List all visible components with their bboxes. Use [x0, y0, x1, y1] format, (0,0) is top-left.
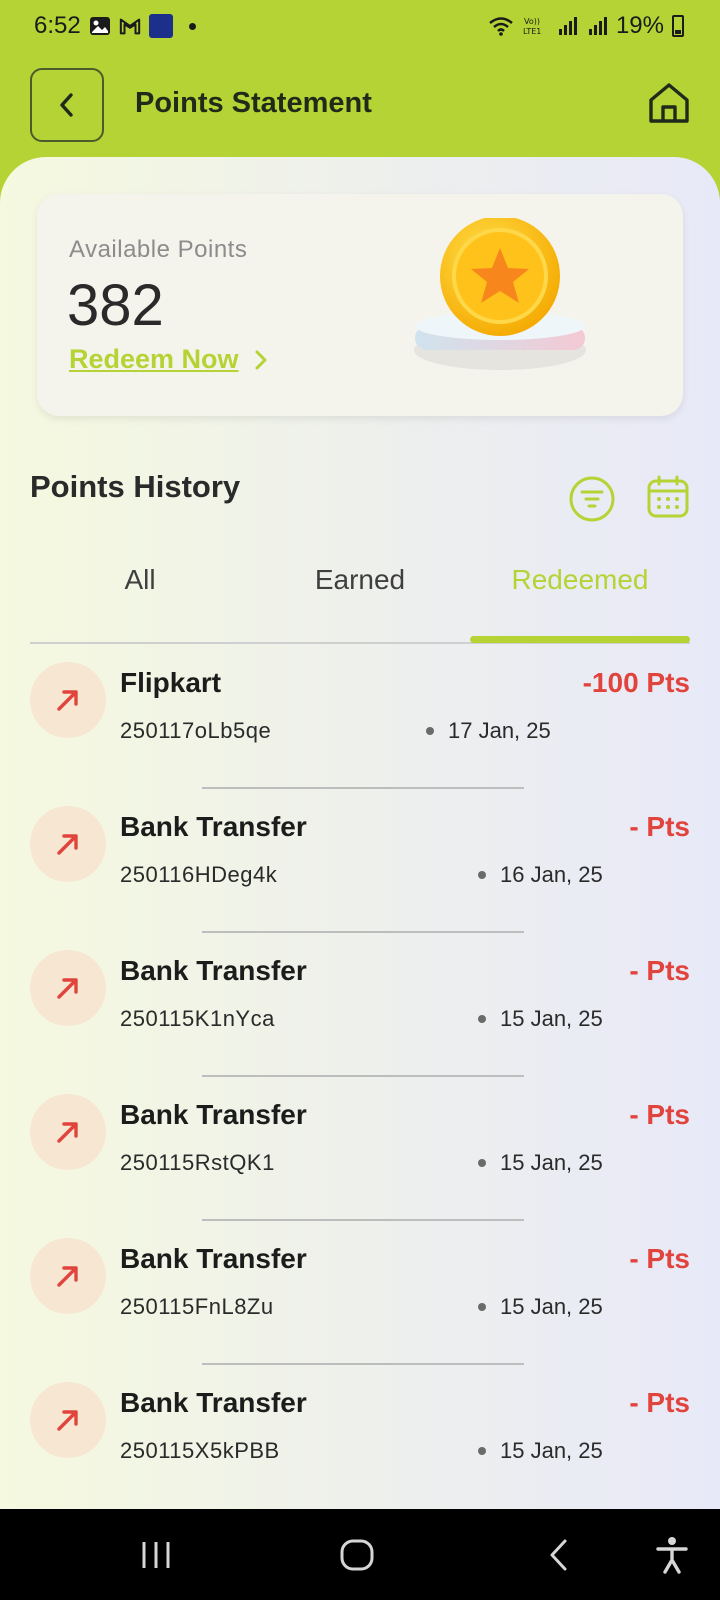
item-date: 17 Jan, 25	[426, 718, 551, 744]
item-title: Bank Transfer	[120, 955, 307, 986]
item-date-text: 15 Jan, 25	[500, 1438, 603, 1463]
redeemed-arrow-icon	[30, 662, 106, 738]
item-date-text: 15 Jan, 25	[500, 1294, 603, 1319]
item-date-text: 16 Jan, 25	[500, 862, 603, 887]
item-date: 15 Jan, 25	[478, 1294, 603, 1320]
list-item[interactable]: Bank Transfer 250115RstQK1 15 Jan, 25 - …	[0, 1094, 720, 1238]
history-tabs: All Earned Redeemed	[30, 552, 690, 602]
item-amount: - Pts	[629, 1099, 690, 1130]
signal-icon	[588, 17, 607, 35]
bullet-icon	[478, 1015, 486, 1023]
bullet-icon	[478, 871, 486, 879]
item-amount: - Pts	[629, 955, 690, 986]
chevron-right-icon	[255, 350, 267, 369]
item-id: 250115FnL8Zu	[120, 1294, 274, 1319]
page-title: Points Statement	[135, 87, 372, 119]
item-title: Bank Transfer	[120, 811, 307, 842]
divider	[202, 1363, 524, 1365]
item-title: Flipkart	[120, 667, 222, 698]
image-icon	[89, 17, 110, 35]
item-id: 250115X5kPBB	[120, 1438, 280, 1463]
signal-icon	[558, 17, 577, 35]
item-id: 250115K1nYca	[120, 1006, 275, 1031]
battery-icon	[672, 15, 684, 37]
bullet-icon	[478, 1159, 486, 1167]
tab-all[interactable]: All	[30, 552, 250, 602]
redeemed-arrow-icon	[30, 950, 106, 1026]
item-date: 15 Jan, 25	[478, 1150, 603, 1176]
bullet-icon	[478, 1447, 486, 1455]
status-time: 6:52	[34, 12, 81, 39]
app-icon	[148, 14, 173, 38]
divider	[202, 931, 524, 933]
status-right: Vo)) LTE1 19%	[488, 12, 684, 40]
header: Points Statement	[0, 60, 720, 150]
chevron-left-icon	[60, 93, 73, 117]
item-date-text: 15 Jan, 25	[500, 1006, 603, 1031]
gmail-icon	[119, 18, 140, 35]
svg-text:LTE1: LTE1	[523, 27, 541, 36]
list-item[interactable]: Flipkart 250117oLb5qe 17 Jan, 25 -100 Pt…	[0, 662, 720, 806]
back-nav-icon[interactable]	[538, 1533, 582, 1577]
svg-text:Vo)): Vo))	[524, 17, 540, 26]
item-date: 15 Jan, 25	[478, 1006, 603, 1032]
battery-percent: 19%	[615, 12, 664, 39]
list-item[interactable]: Bank Transfer 250115X5kPBB 15 Jan, 25 - …	[0, 1382, 720, 1509]
item-title: Bank Transfer	[120, 1243, 307, 1274]
item-id: 250115RstQK1	[120, 1150, 275, 1175]
notification-dot-icon	[188, 22, 196, 30]
available-points-value: 382	[67, 273, 164, 338]
list-item[interactable]: Bank Transfer 250115FnL8Zu 15 Jan, 25 - …	[0, 1238, 720, 1382]
item-amount: -100 Pts	[582, 667, 690, 698]
divider	[202, 1075, 524, 1077]
accessibility-icon[interactable]	[650, 1533, 694, 1577]
wifi-icon	[489, 17, 513, 36]
item-id: 250117oLb5qe	[120, 718, 272, 743]
list-item[interactable]: Bank Transfer 250116HDeg4k 16 Jan, 25 - …	[0, 806, 720, 950]
tab-earned[interactable]: Earned	[250, 552, 470, 602]
item-date: 15 Jan, 25	[478, 1438, 603, 1464]
item-amount: - Pts	[629, 1387, 690, 1418]
item-title: Bank Transfer	[120, 1099, 307, 1130]
home-icon[interactable]	[646, 80, 692, 126]
divider	[202, 1219, 524, 1221]
item-amount: - Pts	[629, 811, 690, 842]
back-button[interactable]	[30, 68, 104, 142]
redeem-now-label: Redeem Now	[69, 344, 239, 374]
list-item[interactable]: Bank Transfer 250115K1nYca 15 Jan, 25 - …	[0, 950, 720, 1094]
active-tab-indicator	[470, 636, 690, 643]
redeemed-arrow-icon	[30, 1382, 106, 1458]
divider	[202, 787, 524, 789]
status-bar: 6:52 Vo)) LTE1 19%	[0, 0, 720, 52]
points-history-title: Points History	[30, 469, 241, 504]
item-date-text: 15 Jan, 25	[500, 1150, 603, 1175]
tab-redeemed[interactable]: Redeemed	[470, 552, 690, 602]
bullet-icon	[426, 727, 434, 735]
status-left: 6:52	[34, 12, 196, 40]
item-date-text: 17 Jan, 25	[448, 718, 551, 743]
redeem-now-link[interactable]: Redeem Now	[69, 344, 269, 375]
filter-icon[interactable]	[568, 475, 616, 523]
system-nav-bar	[0, 1509, 720, 1600]
item-title: Bank Transfer	[120, 1387, 307, 1418]
calendar-icon[interactable]	[646, 475, 690, 519]
bullet-icon	[478, 1303, 486, 1311]
item-date: 16 Jan, 25	[478, 862, 603, 888]
main-panel: Available Points 382 Redeem Now Points H…	[0, 157, 720, 1509]
recent-apps-icon[interactable]	[134, 1533, 178, 1577]
redeemed-arrow-icon	[30, 1238, 106, 1314]
redeemed-arrow-icon	[30, 1094, 106, 1170]
coin-star-icon	[414, 218, 586, 370]
home-nav-icon[interactable]	[335, 1533, 379, 1577]
item-id: 250116HDeg4k	[120, 862, 278, 887]
redeemed-arrow-icon	[30, 806, 106, 882]
points-card: Available Points 382 Redeem Now	[37, 194, 683, 416]
volte-icon: Vo)) LTE1	[523, 17, 541, 36]
available-points-label: Available Points	[69, 236, 248, 263]
item-amount: - Pts	[629, 1243, 690, 1274]
